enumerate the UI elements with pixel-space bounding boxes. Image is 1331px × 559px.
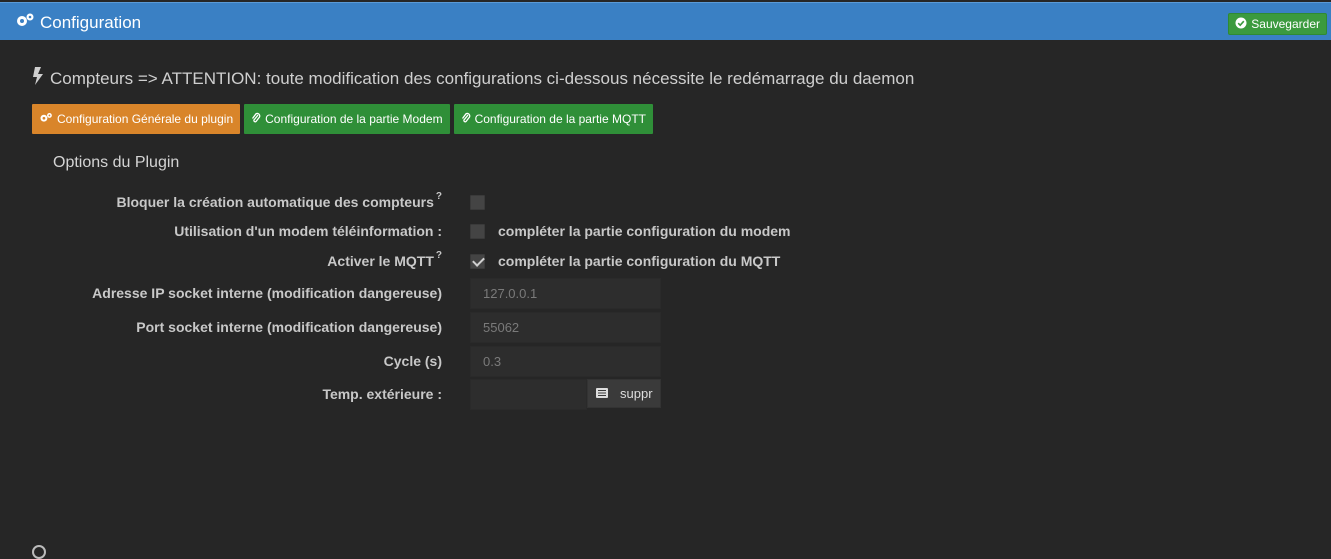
block-auto-checkbox[interactable] [470, 195, 485, 210]
suppr-label: suppr [620, 386, 653, 401]
row-cycle: Cycle (s) [0, 346, 1331, 377]
tab-modem-config[interactable]: Configuration de la partie Modem [244, 104, 450, 134]
modem-label: Utilisation d'un modem téléinformation : [174, 223, 442, 239]
config-tabs: Configuration Générale du plugin Configu… [32, 104, 653, 134]
mqtt-hint: compléter la partie configuration du MQT… [498, 253, 781, 269]
gears-icon [39, 112, 53, 126]
mqtt-label: Activer le MQTT ? [327, 249, 442, 270]
page-title: Configuration [15, 12, 141, 33]
socket-port-input[interactable] [470, 312, 661, 343]
paperclip-icon [251, 112, 261, 127]
help-icon[interactable]: ? [436, 250, 442, 261]
page-title-text: Configuration [40, 12, 142, 32]
row-mqtt: Activer le MQTT ? compléter la partie co… [0, 246, 1331, 276]
paperclip-icon [461, 112, 471, 127]
temp-ext-input[interactable] [470, 379, 587, 410]
bolt-icon [32, 67, 44, 90]
circle-icon [32, 545, 46, 559]
modem-hint: compléter la partie configuration du mod… [498, 223, 791, 239]
tab-label: Configuration de la partie MQTT [474, 112, 646, 126]
row-temp-ext: Temp. extérieure : suppr [0, 379, 1331, 410]
section-heading: Compteurs => ATTENTION: toute modificati… [32, 67, 914, 90]
block-auto-label: Bloquer la création automatique des comp… [116, 190, 442, 211]
options-title: Options du Plugin [53, 154, 180, 171]
row-block-auto: Bloquer la création automatique des comp… [0, 187, 1331, 217]
row-socket-ip: Adresse IP socket interne (modification … [0, 278, 1331, 309]
heading-text: Compteurs => ATTENTION: toute modificati… [50, 68, 915, 88]
row-socket-port: Port socket interne (modification danger… [0, 312, 1331, 343]
cycle-label: Cycle (s) [383, 353, 442, 369]
list-icon [596, 386, 608, 401]
socket-ip-input[interactable] [470, 278, 661, 309]
socket-ip-label: Adresse IP socket interne (modification … [92, 285, 442, 301]
save-button-label: Sauvegarder [1251, 17, 1320, 31]
tab-label: Configuration de la partie Modem [265, 112, 443, 126]
modem-checkbox[interactable] [470, 224, 485, 239]
mqtt-checkbox[interactable] [470, 254, 485, 269]
help-icon[interactable]: ? [436, 191, 442, 202]
gears-icon [15, 12, 35, 33]
socket-port-label: Port socket interne (modification danger… [136, 319, 442, 335]
config-titlebar: Configuration Sauvegarder [0, 2, 1331, 40]
row-modem: Utilisation d'un modem téléinformation :… [0, 216, 1331, 246]
check-circle-icon [1235, 17, 1247, 32]
tab-label: Configuration Générale du plugin [57, 112, 234, 126]
temp-ext-label: Temp. extérieure : [322, 386, 442, 402]
temp-ext-suppr-button[interactable]: suppr [587, 379, 661, 408]
tab-general-config[interactable]: Configuration Générale du plugin [32, 104, 241, 134]
save-button[interactable]: Sauvegarder [1228, 13, 1327, 35]
tab-mqtt-config[interactable]: Configuration de la partie MQTT [453, 104, 653, 134]
cycle-input[interactable] [470, 346, 661, 377]
